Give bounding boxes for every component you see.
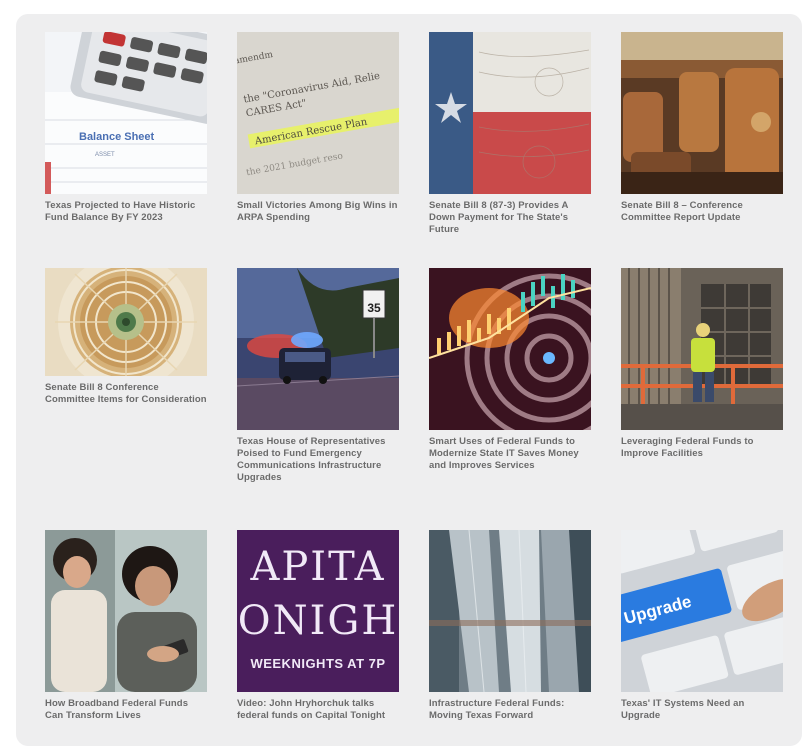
upgrade-keyboard-image[interactable]: Upgrade bbox=[621, 530, 783, 692]
article-title[interactable]: Senate Bill 8 – Conference Committee Rep… bbox=[621, 200, 783, 224]
article-card[interactable]: 35 Texas House of Representatives Poised… bbox=[237, 268, 399, 484]
poster-line-3: WEEKNIGHTS AT 7P bbox=[250, 656, 386, 671]
article-card[interactable]: Leveraging Federal Funds to Improve Faci… bbox=[621, 268, 783, 460]
texas-flag-image[interactable] bbox=[429, 32, 591, 194]
article-card[interactable]: ses amendm the "Coronavirus Aid, Relie C… bbox=[237, 32, 399, 224]
capitol-dome-image[interactable] bbox=[45, 268, 207, 376]
balance-sheet-image[interactable]: Balance Sheet ASSET bbox=[45, 32, 207, 194]
balance-sheet-text: Balance Sheet bbox=[79, 131, 155, 143]
article-title[interactable]: Texas Projected to Have Historic Fund Ba… bbox=[45, 200, 207, 224]
article-card[interactable]: APITA ONIGH WEEKNIGHTS AT 7P Video: John… bbox=[237, 530, 399, 722]
article-title[interactable]: Infrastructure Federal Funds: Moving Tex… bbox=[429, 698, 591, 722]
article-title[interactable]: Senate Bill 8 (87-3) Provides A Down Pay… bbox=[429, 200, 591, 236]
article-title[interactable]: Senate Bill 8 Conference Committee Items… bbox=[45, 382, 207, 406]
police-car-image[interactable]: 35 bbox=[237, 268, 399, 430]
article-title[interactable]: Texas' IT Systems Need an Upgrade bbox=[621, 698, 783, 722]
article-card[interactable]: How Broadband Federal Funds Can Transfor… bbox=[45, 530, 207, 722]
construction-worker-image[interactable] bbox=[621, 268, 783, 430]
article-title[interactable]: Texas House of Representatives Poised to… bbox=[237, 436, 399, 484]
article-title[interactable]: Leveraging Federal Funds to Improve Faci… bbox=[621, 436, 783, 460]
financial-chart-image[interactable] bbox=[429, 268, 591, 430]
article-card[interactable]: Senate Bill 8 – Conference Committee Rep… bbox=[621, 32, 783, 224]
article-card[interactable]: Upgrade Texas' IT Systems Need an Upgrad… bbox=[621, 530, 783, 722]
article-title[interactable]: Video: John Hryhorchuk talks federal fun… bbox=[237, 698, 399, 722]
speed-limit-text: 35 bbox=[367, 301, 381, 315]
senate-chamber-image[interactable] bbox=[621, 32, 783, 194]
article-card[interactable]: Smart Uses of Federal Funds to Modernize… bbox=[429, 268, 591, 472]
highway-overpass-image[interactable] bbox=[429, 530, 591, 692]
poster-line-1: APITA bbox=[250, 544, 386, 590]
article-card[interactable]: Infrastructure Federal Funds: Moving Tex… bbox=[429, 530, 591, 722]
article-title[interactable]: Smart Uses of Federal Funds to Modernize… bbox=[429, 436, 591, 472]
article-card[interactable]: Senate Bill 8 (87-3) Provides A Down Pay… bbox=[429, 32, 591, 236]
poster-line-2: ONIGH bbox=[237, 598, 399, 644]
article-title[interactable]: How Broadband Federal Funds Can Transfor… bbox=[45, 698, 207, 722]
svg-text:ASSET: ASSET bbox=[95, 152, 115, 158]
article-title[interactable]: Small Victories Among Big Wins in ARPA S… bbox=[237, 200, 399, 224]
article-card[interactable]: Balance Sheet ASSET Texas Projected to H… bbox=[45, 32, 207, 224]
arpa-document-image[interactable]: ses amendm the "Coronavirus Aid, Relie C… bbox=[237, 32, 399, 194]
broadband-family-image[interactable] bbox=[45, 530, 207, 692]
article-card[interactable]: Senate Bill 8 Conference Committee Items… bbox=[45, 268, 207, 406]
capital-tonight-poster-image[interactable]: APITA ONIGH WEEKNIGHTS AT 7P bbox=[237, 530, 399, 692]
